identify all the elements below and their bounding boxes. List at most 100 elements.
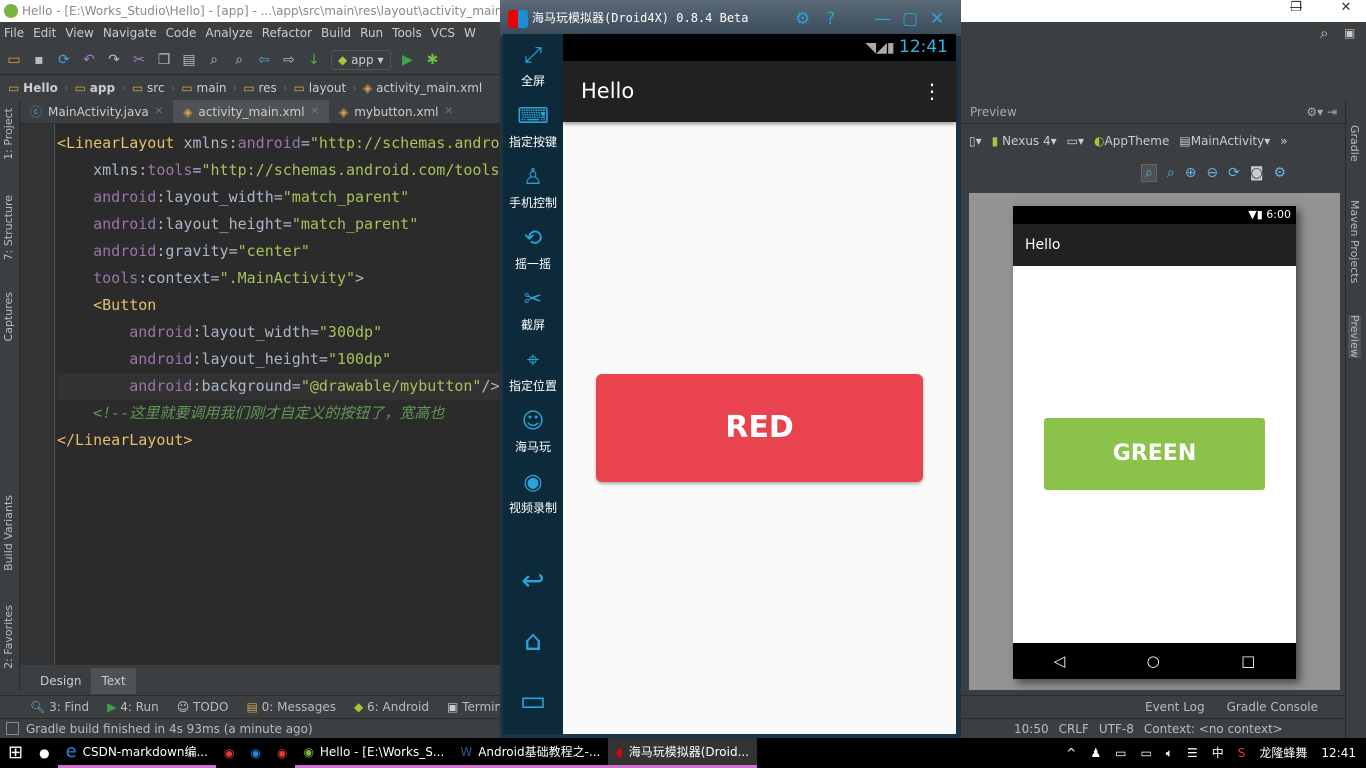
taskbar-item-word[interactable]: W Android基础教程之-... bbox=[452, 738, 609, 768]
close-tab-icon[interactable]: ✕ bbox=[155, 100, 163, 124]
emulator-side-video-record[interactable]: ◉ 视频录制 bbox=[503, 467, 563, 516]
red-button[interactable]: RED bbox=[596, 374, 923, 482]
close-tab-icon[interactable]: ✕ bbox=[311, 100, 319, 124]
theme-select[interactable]: ◐AppTheme bbox=[1094, 134, 1169, 148]
orientation-icon[interactable]: ▭▾ bbox=[1067, 134, 1084, 148]
save-icon[interactable]: ▪ bbox=[31, 52, 47, 68]
emulator-side-phone-control[interactable]: ♙ 手机控制 bbox=[503, 162, 563, 211]
breadcrumb-item[interactable]: ▭ app bbox=[75, 81, 115, 95]
power-icon[interactable]: ▭ bbox=[1115, 738, 1126, 768]
back-icon[interactable]: ⇦ bbox=[256, 52, 272, 68]
menu-item-navigate[interactable]: Navigate bbox=[103, 22, 157, 45]
volume-icon[interactable]: 🔈︎ bbox=[1166, 738, 1173, 768]
menu-item-tools[interactable]: Tools bbox=[392, 22, 422, 45]
cut-icon[interactable]: ✂ bbox=[131, 52, 147, 68]
event-log-button[interactable]: Event Log bbox=[1145, 700, 1205, 714]
run-icon[interactable]: ▶ bbox=[400, 52, 416, 68]
layout-icon[interactable]: ▣ bbox=[1344, 26, 1355, 40]
line-separator[interactable]: CRLF bbox=[1059, 719, 1089, 739]
maximize-button[interactable]: ▢ bbox=[902, 0, 918, 38]
menu-item-analyze[interactable]: Analyze bbox=[205, 22, 252, 45]
search-icon[interactable]: ⌕ bbox=[1320, 24, 1328, 42]
settings-icon[interactable]: ⚙▾ ⇥ bbox=[1306, 100, 1337, 124]
close-tab-icon[interactable]: ✕ bbox=[445, 100, 453, 124]
emulator-home-icon[interactable]: ⌂ bbox=[503, 624, 563, 657]
device-select[interactable]: ▮ Nexus 4▾ bbox=[992, 134, 1057, 148]
tool-project[interactable]: 1: Project bbox=[2, 108, 15, 160]
tool-window-3-find[interactable]: 🔍︎ 3: Find bbox=[30, 700, 89, 714]
netease-music-icon[interactable]: ◉ bbox=[269, 738, 295, 768]
forward-icon[interactable]: ⇨ bbox=[281, 52, 297, 68]
emulator-side-fullscreen[interactable]: ⤢ 全屏 bbox=[503, 40, 563, 89]
emulator-back-icon[interactable]: ↩ bbox=[503, 564, 563, 597]
paste-icon[interactable]: ▤ bbox=[181, 52, 197, 68]
code-editor[interactable]: <LinearLayout xmlns:android="http://sche… bbox=[20, 124, 500, 665]
breadcrumb-item[interactable]: ▭ src bbox=[132, 81, 165, 95]
tool-structure[interactable]: 7: Structure bbox=[2, 195, 15, 260]
tool-gradle[interactable]: Gradle bbox=[1348, 125, 1361, 162]
toggle-tool-windows-icon[interactable] bbox=[6, 722, 19, 735]
breadcrumb-item[interactable]: ◈ activity_main.xml bbox=[363, 81, 482, 95]
emulator-side-shake[interactable]: ⟲ 摇一摇 bbox=[503, 223, 563, 272]
menu-item-vcs[interactable]: VCS bbox=[431, 22, 455, 45]
taskbar-item-android-studio[interactable]: ◉ Hello - [E:\Works_S... bbox=[295, 738, 453, 768]
android-screen[interactable]: ◥◢▮ 12:41 Hello ⋮ RED bbox=[563, 34, 956, 734]
breadcrumb-item[interactable]: ▭ main bbox=[181, 81, 226, 95]
tool-window-todo[interactable]: ☺ TODO bbox=[177, 700, 229, 714]
help-icon[interactable]: ? bbox=[826, 0, 835, 38]
zoom-out-icon[interactable]: ⊖ bbox=[1206, 165, 1218, 181]
menu-item-run[interactable]: Run bbox=[360, 22, 383, 45]
zoom-actual-icon[interactable]: ⌕ bbox=[1167, 165, 1175, 181]
device-type-icon[interactable]: ▯▾ bbox=[969, 134, 982, 148]
breadcrumb-item[interactable]: ▭ res bbox=[243, 81, 276, 95]
emulator-recents-icon[interactable]: ▭ bbox=[503, 684, 563, 717]
emulator-side-haimawan[interactable]: ☺ 海马玩 bbox=[503, 406, 563, 455]
menu-item-w[interactable]: W bbox=[464, 22, 476, 45]
menu-item-file[interactable]: File bbox=[4, 22, 24, 45]
maximize-button[interactable]: ❐ bbox=[1278, 0, 1314, 22]
tab-text[interactable]: Text bbox=[91, 668, 136, 694]
breadcrumb-item[interactable]: ▭ Hello bbox=[8, 81, 58, 95]
copy-icon[interactable]: ❐ bbox=[156, 52, 172, 68]
close-button[interactable]: ✕ bbox=[930, 0, 944, 38]
activity-select[interactable]: ▤MainActivity▾ bbox=[1179, 134, 1270, 148]
breadcrumb-item[interactable]: ▭ layout bbox=[294, 81, 347, 95]
caret-position[interactable]: 10:50 bbox=[1014, 719, 1049, 739]
encoding[interactable]: UTF-8 bbox=[1099, 719, 1134, 739]
overflow-menu-icon[interactable]: ⋮ bbox=[922, 61, 942, 122]
menu-item-view[interactable]: View bbox=[65, 22, 93, 45]
ime-indicator[interactable]: 中 bbox=[1212, 738, 1224, 768]
tab-design[interactable]: Design bbox=[30, 668, 91, 694]
tool-preview[interactable]: Preview bbox=[1348, 315, 1361, 358]
zoom-fit-icon[interactable]: ⌕ bbox=[1141, 164, 1157, 182]
notification-icon[interactable]: ☰ bbox=[1187, 738, 1198, 768]
menu-item-code[interactable]: Code bbox=[166, 22, 197, 45]
menu-item-refactor[interactable]: Refactor bbox=[262, 22, 312, 45]
camera-icon[interactable]: ◙ bbox=[1250, 165, 1264, 181]
tool-window-6-android[interactable]: ◆ 6: Android bbox=[354, 700, 429, 714]
zoom-in-icon[interactable]: ⊕ bbox=[1185, 165, 1197, 181]
tool-maven[interactable]: Maven Projects bbox=[1348, 200, 1361, 283]
tool-build-variants[interactable]: Build Variants bbox=[2, 495, 15, 571]
tool-window-4-run[interactable]: ▶ 4: Run bbox=[107, 700, 159, 714]
menu-item-edit[interactable]: Edit bbox=[33, 22, 56, 45]
tool-window-0-messages[interactable]: ▤ 0: Messages bbox=[247, 700, 337, 714]
gear-icon[interactable]: ⚙ bbox=[1273, 165, 1286, 181]
tab-mybutton-xml[interactable]: ◈ mybutton.xml ✕ bbox=[329, 100, 463, 123]
network-icon[interactable]: ▭ bbox=[1140, 738, 1151, 768]
undo-icon[interactable]: ↶ bbox=[81, 52, 97, 68]
replace-icon[interactable]: ⌕ bbox=[231, 52, 247, 68]
emulator-side-keymap[interactable]: ⌨ 指定按键 bbox=[503, 101, 563, 150]
minimize-button[interactable]: — bbox=[874, 0, 891, 38]
gradle-console-button[interactable]: Gradle Console bbox=[1227, 700, 1318, 714]
cortana-icon[interactable]: ● bbox=[31, 738, 57, 768]
open-folder-icon[interactable]: ▭ bbox=[6, 52, 22, 68]
sogou-browser-icon[interactable]: ◉ bbox=[242, 738, 268, 768]
debug-icon[interactable]: ✱ bbox=[425, 52, 441, 68]
start-button[interactable]: ⊞ bbox=[0, 738, 31, 768]
taskbar-item-edge[interactable]: e CSDN-markdown编... bbox=[57, 738, 216, 768]
tool-captures[interactable]: Captures bbox=[2, 292, 15, 341]
sogou-ime-icon[interactable]: S bbox=[1238, 738, 1246, 768]
find-icon[interactable]: ⌕ bbox=[206, 52, 222, 68]
taskbar-item-emulator[interactable]: ◖ 海马玩模拟器(Droid... bbox=[608, 738, 758, 768]
